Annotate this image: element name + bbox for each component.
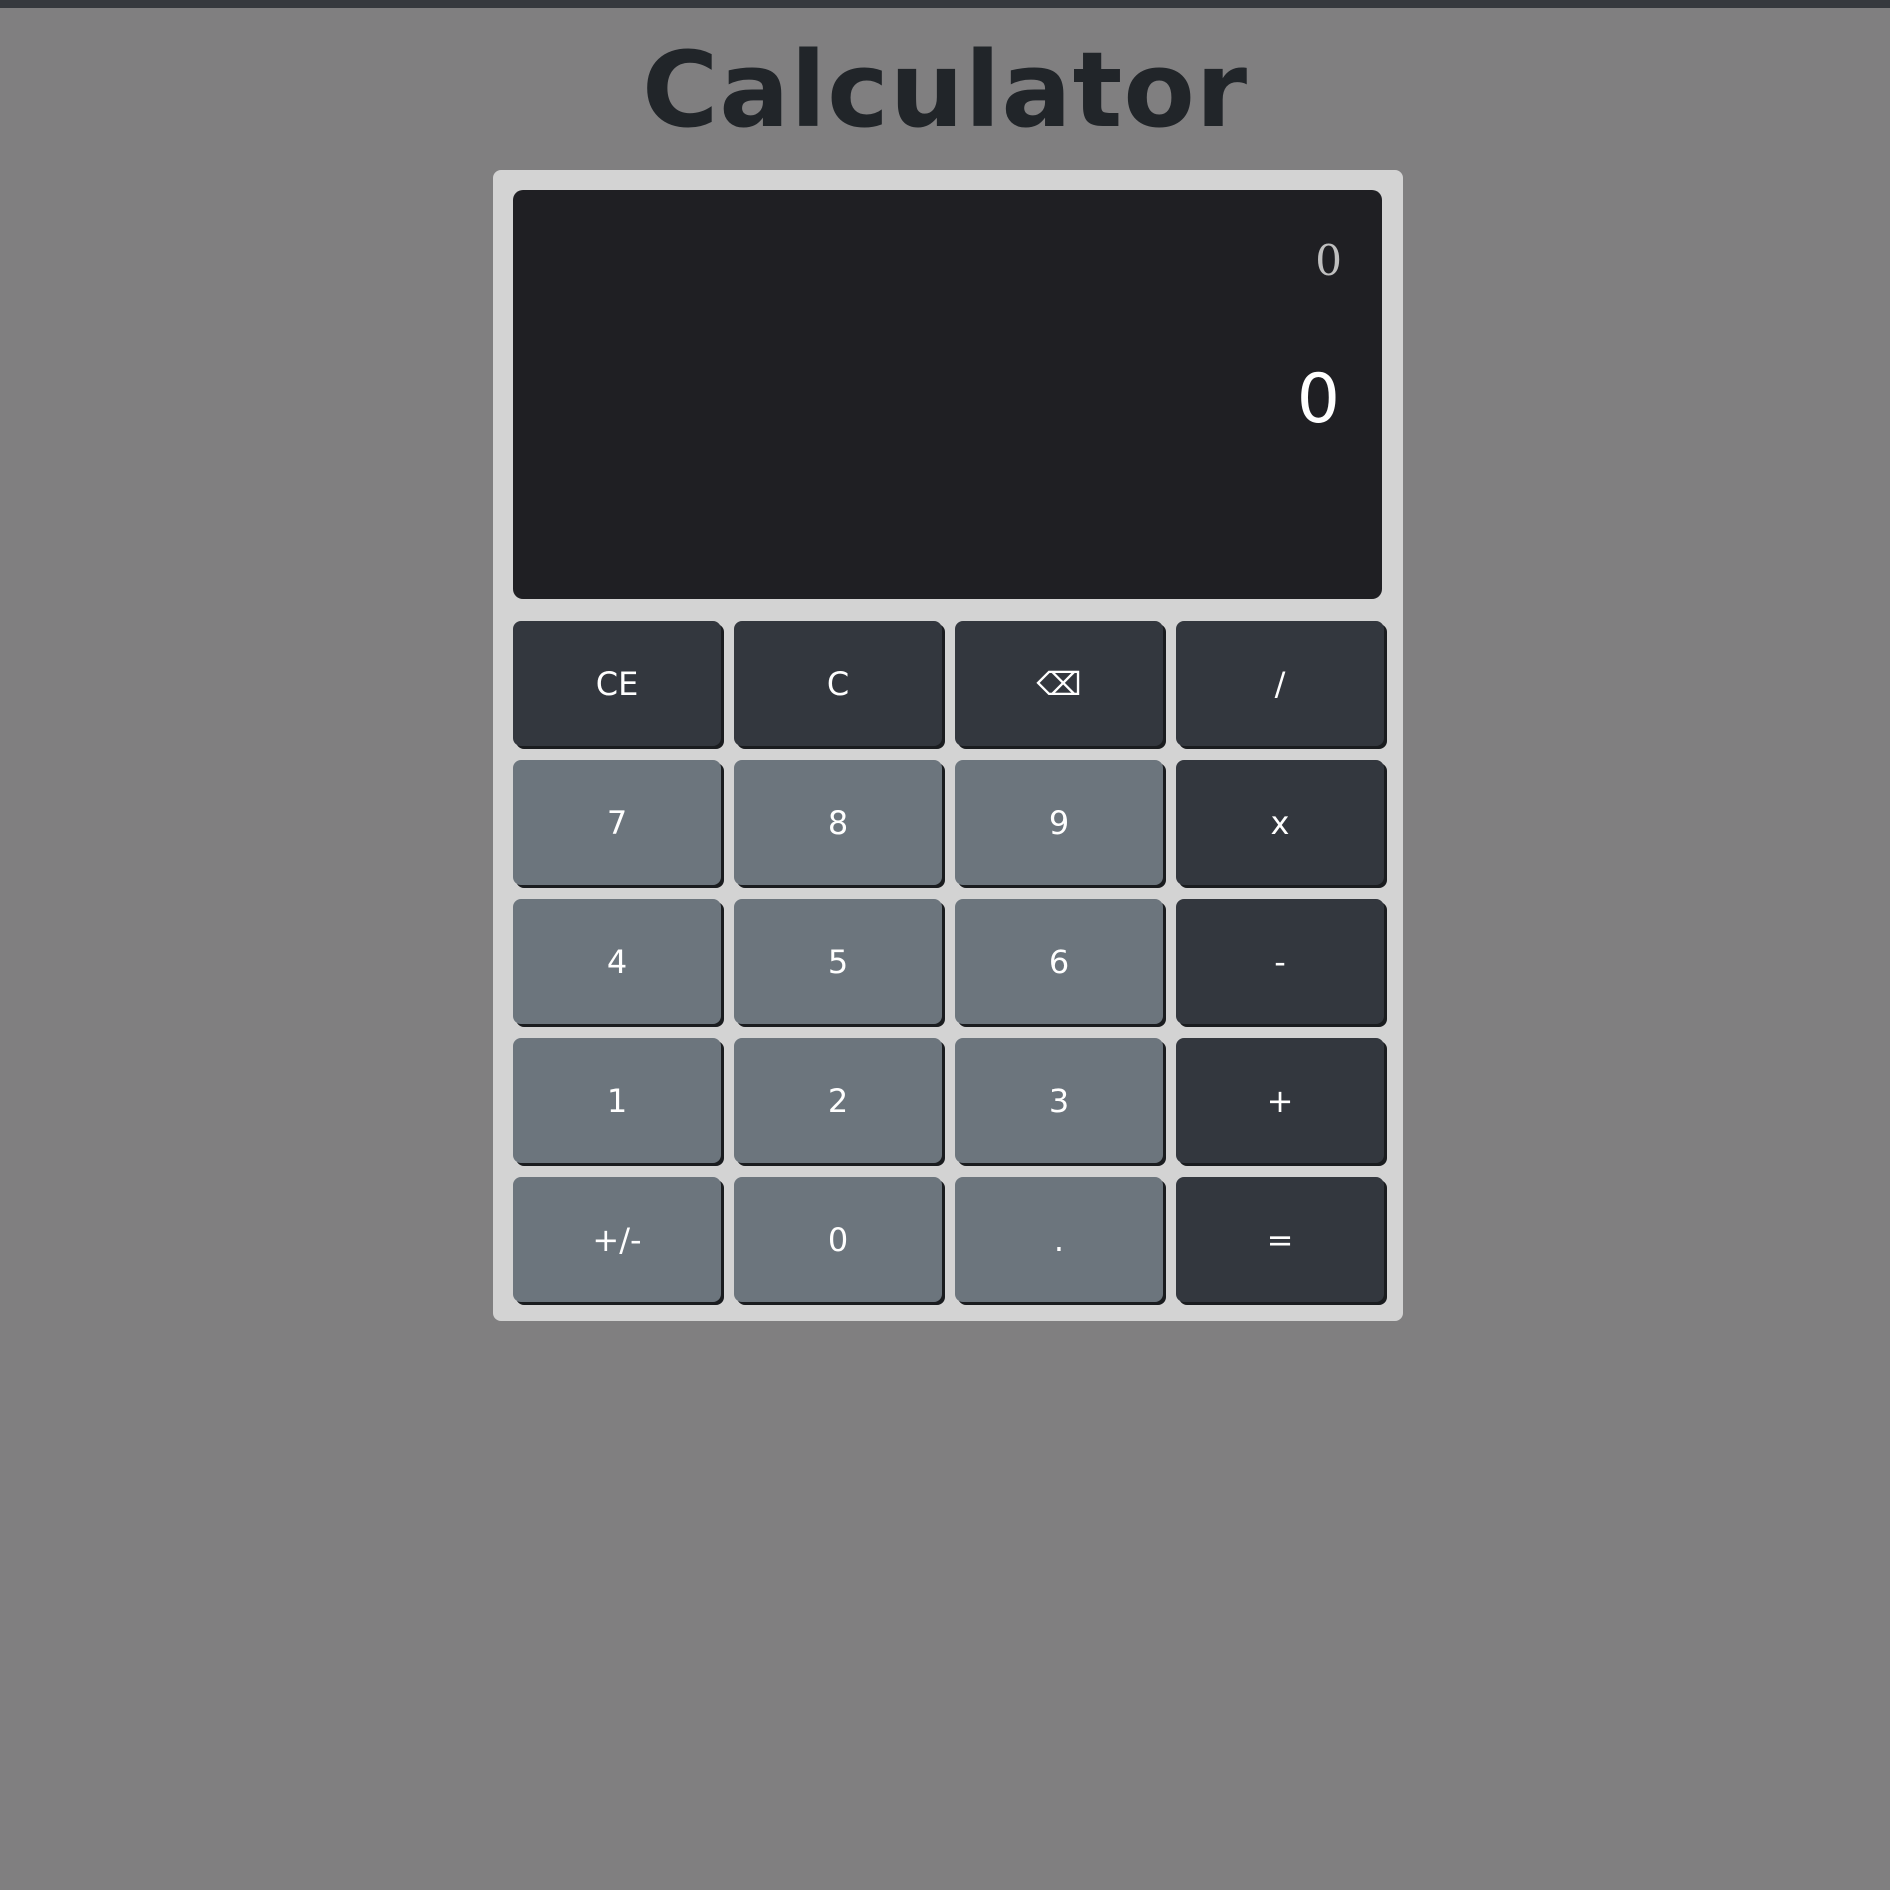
digit-7-button[interactable]: 7	[513, 760, 721, 885]
digit-0-button[interactable]: 0	[734, 1177, 942, 1302]
page-title: Calculator	[641, 29, 1249, 151]
digit-9-button[interactable]: 9	[955, 760, 1163, 885]
current-operand: 0	[1296, 360, 1340, 439]
display: 0 0	[513, 190, 1382, 599]
multiply-button[interactable]: x	[1176, 760, 1384, 885]
decimal-button[interactable]: .	[955, 1177, 1163, 1302]
subtract-button[interactable]: -	[1176, 899, 1384, 1024]
keypad: CE C ⌫ / 7 8 9 x 4 5 6 - 1 2 3 + +/- 0 .…	[513, 621, 1386, 1302]
digit-3-button[interactable]: 3	[955, 1038, 1163, 1163]
previous-operand: 0	[1315, 236, 1342, 285]
digit-1-button[interactable]: 1	[513, 1038, 721, 1163]
digit-6-button[interactable]: 6	[955, 899, 1163, 1024]
digit-8-button[interactable]: 8	[734, 760, 942, 885]
negate-button[interactable]: +/-	[513, 1177, 721, 1302]
digit-5-button[interactable]: 5	[734, 899, 942, 1024]
backspace-button[interactable]: ⌫	[955, 621, 1163, 746]
clear-button[interactable]: C	[734, 621, 942, 746]
top-strip	[0, 0, 1890, 8]
digit-4-button[interactable]: 4	[513, 899, 721, 1024]
divide-button[interactable]: /	[1176, 621, 1384, 746]
add-button[interactable]: +	[1176, 1038, 1384, 1163]
clear-entry-button[interactable]: CE	[513, 621, 721, 746]
equals-button[interactable]: =	[1176, 1177, 1384, 1302]
digit-2-button[interactable]: 2	[734, 1038, 942, 1163]
calculator: 0 0 CE C ⌫ / 7 8 9 x 4 5 6 - 1 2 3 + +/-…	[493, 170, 1403, 1321]
